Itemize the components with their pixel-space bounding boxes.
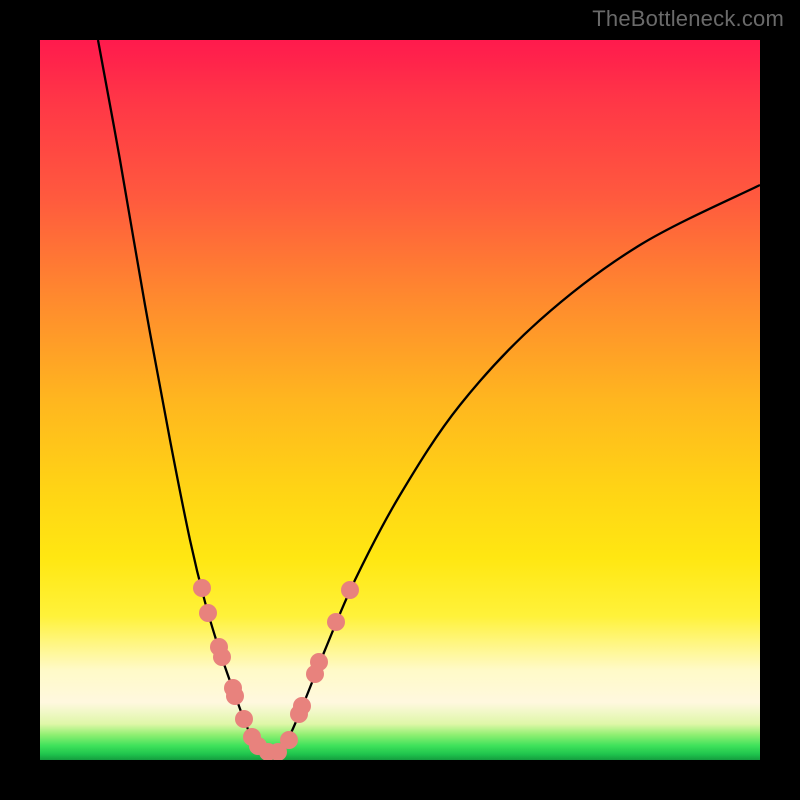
chart-stage: TheBottleneck.com — [0, 0, 800, 800]
data-dot — [235, 710, 253, 728]
watermark-text: TheBottleneck.com — [592, 6, 784, 32]
data-dot — [310, 653, 328, 671]
data-dot — [293, 697, 311, 715]
data-dot — [226, 687, 244, 705]
data-dot — [341, 581, 359, 599]
plot-area — [40, 40, 760, 760]
data-dots — [193, 579, 359, 760]
curve-left — [98, 40, 260, 752]
data-dot — [213, 648, 231, 666]
data-dot — [199, 604, 217, 622]
data-dot — [193, 579, 211, 597]
data-dot — [327, 613, 345, 631]
chart-svg — [40, 40, 760, 760]
data-dot — [280, 731, 298, 749]
curve-right — [279, 185, 760, 752]
